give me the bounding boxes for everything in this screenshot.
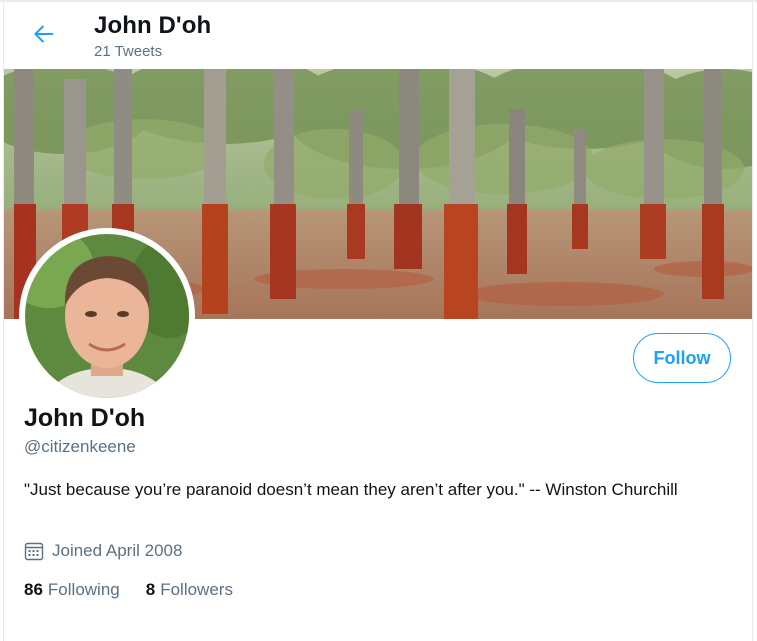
profile-avatar[interactable] xyxy=(19,228,195,404)
profile-stats: 86 Following 8 Followers xyxy=(24,580,233,600)
profile-name: John D'oh xyxy=(24,404,146,432)
joined-date: Joined April 2008 xyxy=(24,539,182,563)
joined-label: Joined April 2008 xyxy=(52,541,183,560)
followers-label: Followers xyxy=(160,580,233,599)
tweet-count: 21 Tweets xyxy=(94,43,163,60)
right-border xyxy=(752,0,753,641)
profile-handle: @citizenkeene xyxy=(24,437,136,456)
followers-link[interactable]: 8 Followers xyxy=(146,580,233,600)
follow-button[interactable]: Follow xyxy=(633,333,731,383)
following-count: 86 xyxy=(24,580,43,599)
calendar-icon xyxy=(24,541,44,561)
profile-header: John D'oh 21 Tweets xyxy=(4,2,752,69)
following-label: Following xyxy=(47,580,120,599)
profile-page: John D'oh 21 Tweets Follow John D'oh @ci… xyxy=(0,0,757,641)
back-button[interactable] xyxy=(26,18,62,54)
arrow-left-icon xyxy=(32,22,56,51)
profile-bio: "Just because you’re paranoid doesn’t me… xyxy=(24,480,678,499)
followers-count: 8 xyxy=(145,580,156,599)
header-title: John D'oh xyxy=(94,12,212,39)
following-link[interactable]: 86 Following xyxy=(24,580,120,600)
